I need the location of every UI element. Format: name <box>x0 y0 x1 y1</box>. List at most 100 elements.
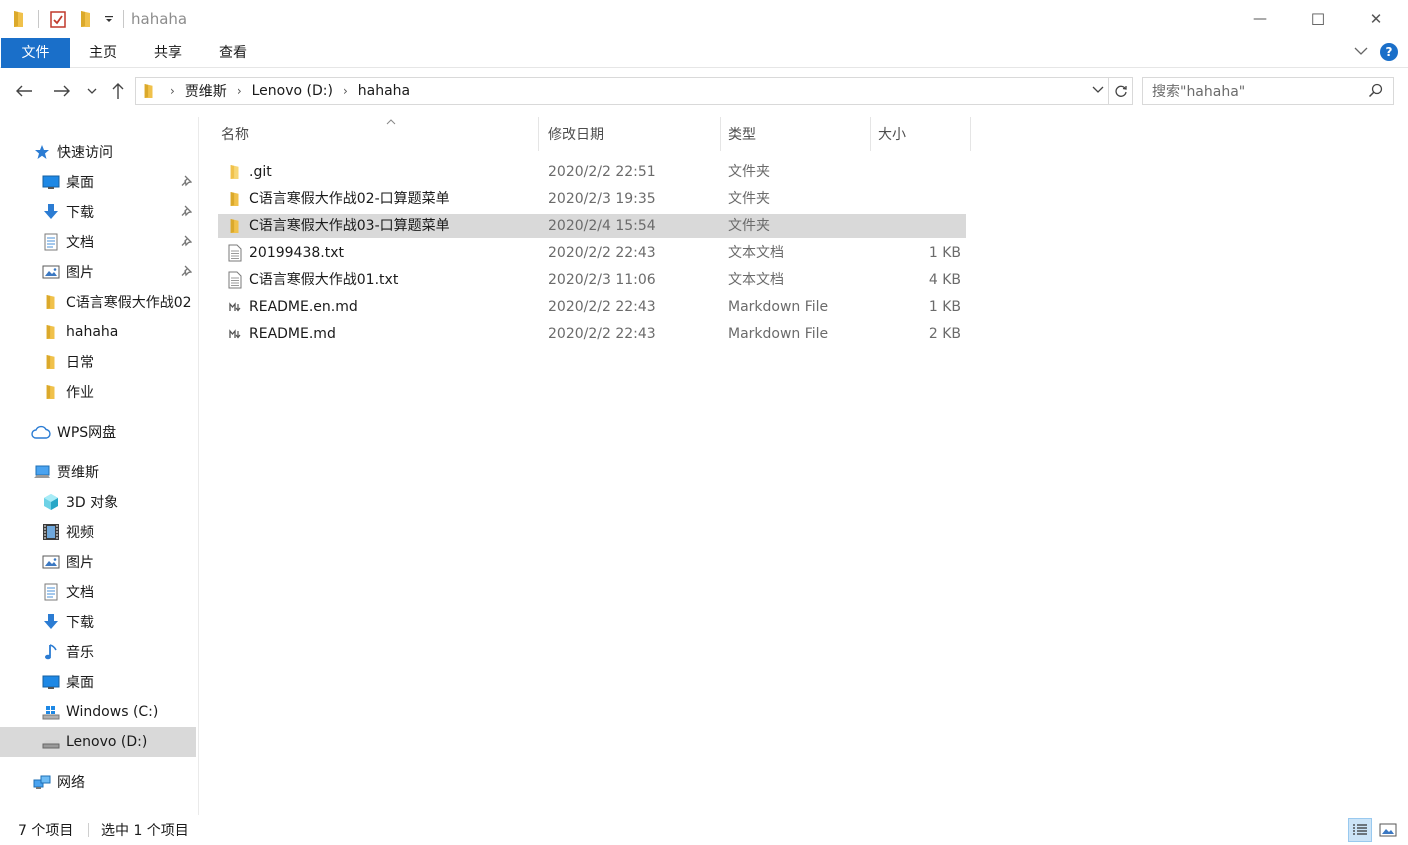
item-count: 7 个项目 <box>18 823 74 839</box>
sidebar-item-pc-desktop[interactable]: 桌面 <box>0 667 196 697</box>
sidebar-item-c-project-02[interactable]: C语言寒假大作战02 <box>0 287 196 317</box>
recent-locations-icon[interactable] <box>84 79 100 103</box>
sort-ascending-icon <box>386 117 396 128</box>
up-icon[interactable] <box>106 79 130 103</box>
column-label: 名称 <box>221 127 249 143</box>
folder-icon <box>226 217 244 235</box>
file-row[interactable]: README.en.md 2020/2/2 22:43 Markdown Fil… <box>218 295 966 319</box>
sidebar-item-network[interactable]: 网络 <box>0 767 196 797</box>
file-name: 20199438.txt <box>249 245 344 261</box>
breadcrumb-current[interactable]: hahaha <box>358 83 410 99</box>
file-row[interactable]: C语言寒假大作战03-口算题菜单 2020/2/4 15:54 文件夹 <box>218 214 966 238</box>
file-type: 文本文档 <box>728 272 784 288</box>
address-history-icon[interactable] <box>1092 83 1104 97</box>
sidebar-item-label: 音乐 <box>66 645 94 661</box>
address-bar[interactable]: › 贾维斯 › Lenovo (D:) › hahaha <box>135 77 1109 105</box>
quick-access-toolbar <box>8 8 132 30</box>
file-name: C语言寒假大作战01.txt <box>249 272 399 288</box>
refresh-icon[interactable] <box>1109 77 1133 105</box>
file-date: 2020/2/2 22:43 <box>548 299 656 315</box>
navigation-bar: › 贾维斯 › Lenovo (D:) › hahaha 搜索"hahaha" <box>0 69 1408 115</box>
file-size: 4 KB <box>928 272 961 288</box>
sidebar-item-videos[interactable]: 视频 <box>0 517 196 547</box>
search-input[interactable]: 搜索"hahaha" <box>1142 77 1394 105</box>
large-icons-view-icon[interactable] <box>1376 818 1400 842</box>
ribbon-controls: ? <box>1354 43 1398 61</box>
file-row[interactable]: README.md 2020/2/2 22:43 Markdown File 2… <box>218 322 966 346</box>
chevron-right-icon[interactable]: › <box>170 84 175 98</box>
chevron-right-icon[interactable]: › <box>343 84 348 98</box>
status-bar: 7 个项目 选中 1 个项目 <box>0 815 1408 845</box>
file-date: 2020/2/2 22:43 <box>548 245 656 261</box>
3d-objects-icon <box>42 493 60 511</box>
sidebar-item-wps-cloud[interactable]: WPS网盘 <box>0 417 196 447</box>
desktop-icon <box>42 673 60 691</box>
forward-icon[interactable] <box>50 79 74 103</box>
new-folder-icon[interactable] <box>75 8 97 30</box>
tab-home[interactable]: 主页 <box>83 38 123 68</box>
sidebar-item-drive-c[interactable]: Windows (C:) <box>0 697 196 727</box>
sidebar-item-quick-access[interactable]: 快速访问 <box>0 137 196 167</box>
file-list: 名称 修改日期 类型 大小 .git 2020/2/2 22:51 文件夹 C语… <box>200 117 1408 815</box>
column-label: 修改日期 <box>548 127 604 143</box>
title-bar: hahaha — ☐ ✕ <box>0 0 1408 38</box>
tab-share[interactable]: 共享 <box>148 38 188 68</box>
column-label: 类型 <box>728 127 756 143</box>
windows-drive-icon <box>42 703 60 721</box>
properties-icon[interactable] <box>47 8 69 30</box>
folder-icon <box>142 83 156 99</box>
help-icon[interactable]: ? <box>1380 43 1398 61</box>
sidebar-item-label: 作业 <box>66 385 94 401</box>
customize-toolbar-icon[interactable] <box>103 8 115 30</box>
sidebar-item-pc-downloads[interactable]: 下载 <box>0 607 196 637</box>
column-header-name[interactable]: 名称 <box>214 117 539 151</box>
expand-ribbon-icon[interactable] <box>1354 44 1368 60</box>
column-header-size[interactable]: 大小 <box>871 117 971 151</box>
sidebar-item-3d-objects[interactable]: 3D 对象 <box>0 487 196 517</box>
text-file-icon <box>226 271 244 289</box>
pin-icon[interactable] <box>180 175 193 191</box>
sidebar-item-pictures[interactable]: 图片 <box>0 257 196 287</box>
sidebar-item-label: 文档 <box>66 585 94 601</box>
tab-view[interactable]: 查看 <box>213 38 253 68</box>
sidebar-item-pc-documents[interactable]: 文档 <box>0 577 196 607</box>
close-button[interactable]: ✕ <box>1347 0 1405 38</box>
pin-icon[interactable] <box>180 265 193 281</box>
file-row[interactable]: 20199438.txt 2020/2/2 22:43 文本文档 1 KB <box>218 241 966 265</box>
markdown-file-icon <box>226 325 244 343</box>
sidebar-item-label: WPS网盘 <box>57 425 117 441</box>
maximize-button[interactable]: ☐ <box>1289 0 1347 38</box>
tab-file[interactable]: 文件 <box>1 38 70 68</box>
sidebar-item-desktop[interactable]: 桌面 <box>0 167 196 197</box>
back-icon[interactable] <box>12 79 36 103</box>
folder-icon <box>42 383 60 401</box>
pin-icon[interactable] <box>180 235 193 251</box>
chevron-right-icon[interactable]: › <box>237 84 242 98</box>
sidebar-item-label: 3D 对象 <box>66 495 119 511</box>
sidebar-item-this-pc[interactable]: 贾维斯 <box>0 457 196 487</box>
column-header-type[interactable]: 类型 <box>721 117 871 151</box>
sidebar-item-hahaha[interactable]: hahaha <box>0 317 196 347</box>
pin-icon[interactable] <box>180 205 193 221</box>
sidebar-item-daily[interactable]: 日常 <box>0 347 196 377</box>
sidebar-item-downloads[interactable]: 下载 <box>0 197 196 227</box>
breadcrumb-drive[interactable]: Lenovo (D:) <box>252 83 333 99</box>
details-view-icon[interactable] <box>1348 818 1372 842</box>
file-name: C语言寒假大作战03-口算题菜单 <box>249 218 450 234</box>
folder-icon <box>42 323 60 341</box>
minimize-button[interactable]: — <box>1231 0 1289 38</box>
column-header-date[interactable]: 修改日期 <box>541 117 721 151</box>
sidebar-item-drive-d[interactable]: Lenovo (D:) <box>0 727 196 757</box>
sidebar-item-homework[interactable]: 作业 <box>0 377 196 407</box>
star-icon <box>33 143 51 161</box>
breadcrumb-pc[interactable]: 贾维斯 <box>185 81 227 101</box>
search-icon[interactable] <box>1368 83 1383 102</box>
sidebar-item-pc-pictures[interactable]: 图片 <box>0 547 196 577</box>
sidebar-item-label: Lenovo (D:) <box>66 734 148 750</box>
file-row[interactable]: C语言寒假大作战01.txt 2020/2/3 11:06 文本文档 4 KB <box>218 268 966 292</box>
sidebar-item-documents[interactable]: 文档 <box>0 227 196 257</box>
videos-icon <box>42 523 60 541</box>
file-row[interactable]: .git 2020/2/2 22:51 文件夹 <box>218 160 966 184</box>
file-row[interactable]: C语言寒假大作战02-口算题菜单 2020/2/3 19:35 文件夹 <box>218 187 966 211</box>
sidebar-item-music[interactable]: 音乐 <box>0 637 196 667</box>
